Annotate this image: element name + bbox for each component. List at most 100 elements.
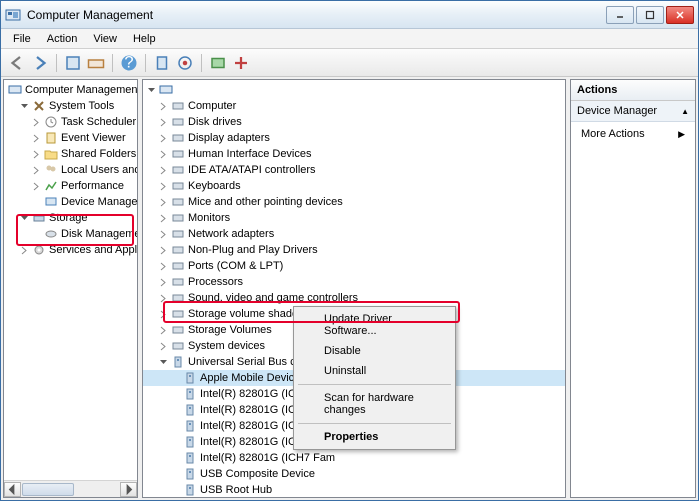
tree-item[interactable]: IDE ATA/ATAPI controllers — [143, 162, 565, 178]
collapse-icon[interactable] — [20, 214, 29, 223]
device-icon — [183, 387, 197, 401]
expand-icon[interactable] — [32, 182, 41, 191]
ctx-properties[interactable]: Properties — [296, 427, 453, 447]
expand-icon[interactable] — [159, 150, 168, 159]
tree-item[interactable]: Non-Plug and Play Drivers — [143, 242, 565, 258]
tree-root[interactable]: Computer Management (Local — [4, 82, 137, 98]
disk-icon — [44, 227, 58, 241]
content-area: Computer Management (Local System Tools … — [1, 77, 698, 500]
collapse-icon[interactable] — [20, 102, 29, 111]
expand-icon[interactable] — [159, 262, 168, 271]
device-icon — [183, 451, 197, 465]
expand-icon[interactable] — [159, 326, 168, 335]
tree-item[interactable]: Intel(R) 82801G (ICH7 Fam — [143, 450, 565, 466]
nav-forward-icon[interactable] — [30, 53, 50, 73]
tree-item[interactable]: Event Viewer — [4, 130, 137, 146]
help-icon[interactable]: ? — [119, 53, 139, 73]
toolbar-icon[interactable] — [208, 53, 228, 73]
expand-icon[interactable] — [32, 134, 41, 143]
tree-system-tools[interactable]: System Tools — [4, 98, 137, 114]
expand-icon[interactable] — [147, 86, 156, 95]
tree-item[interactable]: Processors — [143, 274, 565, 290]
toolbar-icon[interactable] — [175, 53, 195, 73]
tree-item[interactable]: Ports (COM & LPT) — [143, 258, 565, 274]
scroll-thumb[interactable] — [22, 483, 74, 496]
expand-icon[interactable] — [159, 102, 168, 111]
tree-item[interactable]: Local Users and Groups — [4, 162, 137, 178]
device-icon — [183, 483, 197, 497]
spacer — [171, 406, 180, 415]
horizontal-scrollbar[interactable] — [4, 480, 137, 497]
tree-item[interactable]: Human Interface Devices — [143, 146, 565, 162]
tree-item[interactable]: Performance — [4, 178, 137, 194]
minimize-button[interactable] — [606, 6, 634, 24]
expand-icon[interactable] — [159, 278, 168, 287]
ctx-disable[interactable]: Disable — [296, 341, 453, 361]
app-icon — [5, 7, 21, 23]
toolbar-icon[interactable] — [152, 53, 172, 73]
device-icon — [171, 99, 185, 113]
expand-icon[interactable] — [159, 118, 168, 127]
middle-pane[interactable]: ComputerDisk drivesDisplay adaptersHuman… — [142, 79, 566, 498]
tree-item[interactable]: Sound, video and game controllers — [143, 290, 565, 306]
tree-item[interactable] — [143, 82, 565, 98]
device-icon — [171, 275, 185, 289]
expand-icon[interactable] — [159, 310, 168, 319]
tree-services[interactable]: Services and Applications — [4, 242, 137, 258]
device-icon — [171, 307, 185, 321]
maximize-button[interactable] — [636, 6, 664, 24]
actions-more[interactable]: More Actions ▶ — [581, 128, 685, 140]
expand-icon[interactable] — [32, 150, 41, 159]
device-icon — [183, 371, 197, 385]
tree-item[interactable]: Mice and other pointing devices — [143, 194, 565, 210]
expand-icon[interactable] — [159, 342, 168, 351]
menu-view[interactable]: View — [85, 31, 125, 47]
scroll-right-icon[interactable] — [120, 482, 137, 497]
tree-device-manager[interactable]: Device Manager — [4, 194, 137, 210]
actions-section[interactable]: Device Manager ▲ — [571, 101, 695, 122]
device-icon — [171, 211, 185, 225]
expand-icon[interactable] — [159, 214, 168, 223]
tree-item[interactable]: Monitors — [143, 210, 565, 226]
ctx-scan[interactable]: Scan for hardware changes — [296, 388, 453, 420]
tree-item[interactable]: Keyboards — [143, 178, 565, 194]
expand-icon[interactable] — [159, 166, 168, 175]
tree-item[interactable]: Display adapters — [143, 130, 565, 146]
menu-help[interactable]: Help — [125, 31, 164, 47]
ctx-separator — [298, 423, 451, 424]
menu-file[interactable]: File — [5, 31, 39, 47]
scroll-left-icon[interactable] — [4, 482, 21, 497]
ctx-update-driver[interactable]: Update Driver Software... — [296, 309, 453, 341]
toolbar-icon[interactable] — [86, 53, 106, 73]
expand-icon[interactable] — [32, 118, 41, 127]
expand-icon[interactable] — [159, 294, 168, 303]
tree-item[interactable]: USB Root Hub — [143, 482, 565, 498]
toolbar-icon[interactable] — [63, 53, 83, 73]
tree-item[interactable]: Shared Folders — [4, 146, 137, 162]
left-pane[interactable]: Computer Management (Local System Tools … — [3, 79, 138, 498]
menu-action[interactable]: Action — [39, 31, 86, 47]
expand-icon[interactable] — [159, 246, 168, 255]
close-button[interactable] — [666, 6, 694, 24]
tree-item[interactable]: USB Composite Device — [143, 466, 565, 482]
tree-item[interactable]: Task Scheduler — [4, 114, 137, 130]
expand-icon[interactable] — [20, 246, 29, 255]
ctx-uninstall[interactable]: Uninstall — [296, 361, 453, 381]
expand-icon[interactable] — [159, 358, 168, 367]
expand-icon[interactable] — [159, 198, 168, 207]
tree-item[interactable]: Disk drives — [143, 114, 565, 130]
expand-icon[interactable] — [32, 166, 41, 175]
nav-back-icon[interactable] — [7, 53, 27, 73]
toolbar-separator — [56, 54, 57, 72]
tree-item[interactable]: Computer — [143, 98, 565, 114]
expand-icon[interactable] — [159, 230, 168, 239]
tree-item[interactable]: Network adapters — [143, 226, 565, 242]
tree-item[interactable]: Disk Management — [4, 226, 137, 242]
tree-storage[interactable]: Storage — [4, 210, 137, 226]
titlebar[interactable]: Computer Management — [1, 1, 698, 29]
toolbar-icon[interactable] — [231, 53, 251, 73]
spacer — [171, 422, 180, 431]
device-icon — [171, 355, 185, 369]
expand-icon[interactable] — [159, 182, 168, 191]
expand-icon[interactable] — [159, 134, 168, 143]
